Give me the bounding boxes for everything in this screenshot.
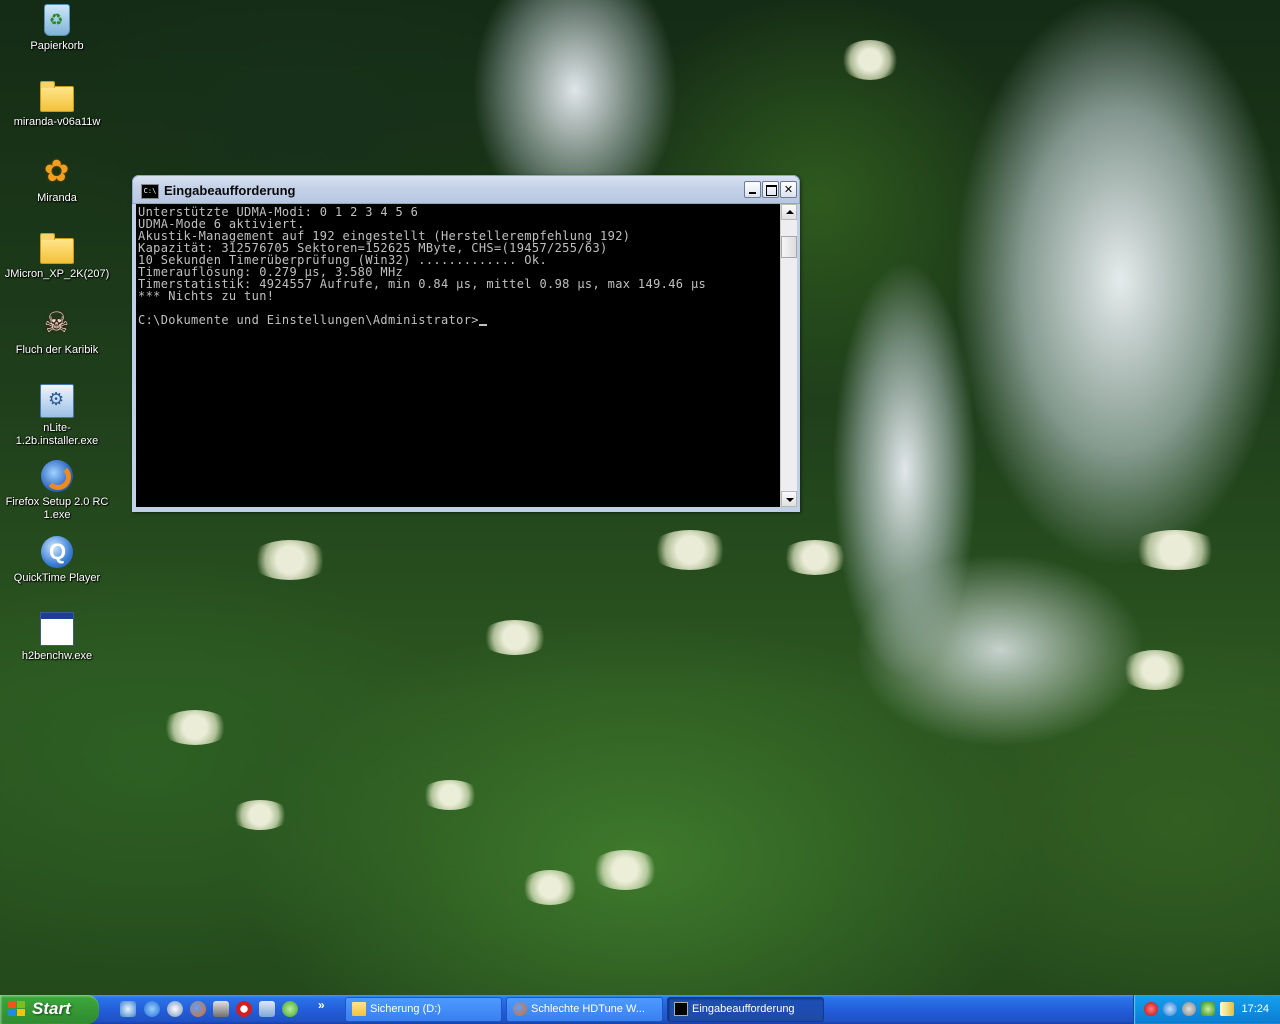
minimize-button[interactable] bbox=[744, 181, 761, 198]
desktop-icon-label: nLite-1.2b.installer.exe bbox=[15, 422, 99, 447]
scroll-thumb[interactable] bbox=[781, 236, 797, 258]
desktop-icon-label: JMicron_XP_2K(207) bbox=[4, 268, 110, 280]
firefox-icon bbox=[513, 1002, 527, 1016]
firefox-icon[interactable] bbox=[190, 1001, 206, 1017]
desktop-icon[interactable] bbox=[259, 1001, 275, 1017]
console-output[interactable]: Unterstützte UDMA-Modi: 0 1 2 3 4 5 6 UD… bbox=[136, 204, 780, 507]
firefox-setup-icon bbox=[41, 460, 73, 492]
desktop-icon-label: h2benchw.exe bbox=[21, 650, 93, 662]
opera-icon[interactable] bbox=[236, 1001, 252, 1017]
desktop-icon-label: QuickTime Player bbox=[13, 572, 101, 584]
media-player-icon[interactable] bbox=[167, 1001, 183, 1017]
outlook-express-icon[interactable] bbox=[120, 1001, 136, 1017]
console-icon[interactable]: C:\ bbox=[141, 184, 159, 199]
desktop-icon-h2benchw[interactable]: h2benchw.exe bbox=[2, 612, 112, 663]
taskbar-button-label: Schlechte HDTune W... bbox=[531, 1003, 645, 1015]
taskbar-button-label: Eingabeaufforderung bbox=[692, 1003, 795, 1015]
security-icon[interactable] bbox=[1201, 1002, 1215, 1016]
desktop-icon-jmicron-folder[interactable]: JMicron_XP_2K(207) bbox=[2, 232, 112, 281]
system-tray: 17:24 bbox=[1133, 995, 1280, 1024]
desktop-icon-label: miranda-v06a11w bbox=[13, 116, 101, 128]
folder-icon bbox=[40, 233, 74, 264]
network-icon[interactable] bbox=[1182, 1002, 1196, 1016]
desktop-icon-recycle-bin[interactable]: Papierkorb bbox=[2, 4, 112, 53]
taskbar-button-firefox[interactable]: Schlechte HDTune W... bbox=[506, 997, 663, 1022]
internet-explorer-icon[interactable] bbox=[144, 1001, 160, 1017]
window-titlebar[interactable]: C:\ Eingabeaufforderung ✕ bbox=[132, 175, 800, 204]
console-icon bbox=[674, 1002, 688, 1016]
scroll-down-button[interactable] bbox=[781, 491, 797, 507]
desktop-icon-nlite-installer[interactable]: nLite-1.2b.installer.exe bbox=[2, 384, 112, 448]
desktop-icon-miranda-folder[interactable]: miranda-v06a11w bbox=[2, 80, 112, 129]
app-icon[interactable] bbox=[213, 1001, 229, 1017]
desktop-icon-label: Firefox Setup 2.0 RC 1.exe bbox=[5, 496, 109, 521]
pirate-skull-icon bbox=[41, 306, 73, 340]
quicktime-tray-icon[interactable] bbox=[1163, 1002, 1177, 1016]
windows-logo-icon bbox=[8, 1001, 26, 1018]
installer-icon bbox=[40, 384, 74, 418]
taskbar-button-sicherung[interactable]: Sicherung (D:) bbox=[345, 997, 502, 1022]
taskbar: Start » Sicherung (D:) Schlechte HDTune … bbox=[0, 995, 1280, 1024]
window-title: Eingabeaufforderung bbox=[164, 183, 296, 198]
desktop-icon-label: Miranda bbox=[37, 192, 77, 204]
text-cursor bbox=[478, 324, 487, 326]
folder-icon bbox=[40, 81, 74, 112]
console-window[interactable]: C:\ Eingabeaufforderung ✕ Unterstützte U… bbox=[132, 175, 800, 512]
exe-icon bbox=[40, 612, 74, 646]
clock[interactable]: 17:24 bbox=[1241, 1003, 1269, 1015]
start-label: Start bbox=[32, 999, 71, 1018]
utorrent-icon[interactable] bbox=[282, 1001, 298, 1017]
desktop-icon-quicktime[interactable]: QuickTime Player bbox=[2, 536, 112, 585]
scroll-up-button[interactable] bbox=[781, 204, 797, 220]
desktop-icon-fluch-der-karibik[interactable]: Fluch der Karibik bbox=[2, 306, 112, 357]
quicktime-icon bbox=[41, 536, 73, 568]
console-prompt: C:\Dokumente und Einstellungen\Administr… bbox=[138, 313, 479, 327]
folder-icon bbox=[352, 1002, 366, 1016]
taskbar-button-console[interactable]: Eingabeaufforderung bbox=[667, 997, 824, 1022]
desktop-icon-firefox-setup[interactable]: Firefox Setup 2.0 RC 1.exe bbox=[2, 460, 112, 522]
quick-launch-more-button[interactable]: » bbox=[318, 998, 325, 1012]
recycle-bin-icon bbox=[44, 4, 70, 36]
vertical-scrollbar[interactable] bbox=[780, 204, 797, 507]
volume-icon[interactable] bbox=[1220, 1002, 1234, 1016]
desktop-icon-label: Papierkorb bbox=[30, 40, 84, 52]
antivirus-icon[interactable] bbox=[1144, 1002, 1158, 1016]
close-button[interactable]: ✕ bbox=[780, 181, 797, 198]
taskbar-button-label: Sicherung (D:) bbox=[370, 1003, 441, 1015]
console-line: *** Nichts zu tun! bbox=[138, 289, 275, 303]
desktop-icon-miranda[interactable]: Miranda bbox=[2, 154, 112, 205]
desktop-icon-label: Fluch der Karibik bbox=[15, 344, 99, 356]
start-button[interactable]: Start bbox=[0, 995, 99, 1024]
maximize-button[interactable] bbox=[762, 181, 779, 198]
miranda-icon bbox=[41, 154, 73, 189]
console-prompt-line: C:\Dokumente und Einstellungen\Administr… bbox=[138, 314, 780, 326]
